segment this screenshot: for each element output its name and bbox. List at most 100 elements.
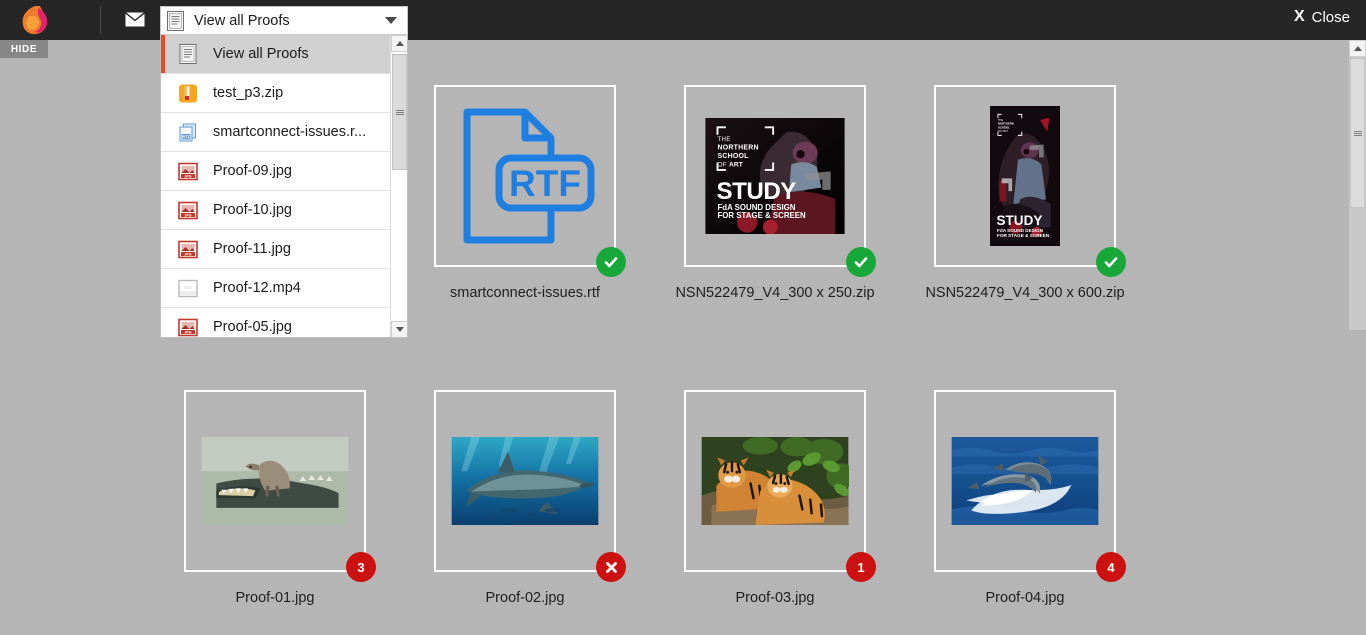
scroll-up-icon[interactable]	[391, 35, 407, 52]
document-icon	[179, 44, 197, 64]
video-file-icon: FILE	[178, 279, 198, 297]
dropdown-item-proof-05-jpg[interactable]: JPG Proof-05.jpg	[161, 308, 391, 337]
proof-viewer-app: X Close HIDE RTF smartconnect-issues.rtf…	[0, 0, 1366, 635]
jpg-file-icon: JPG	[178, 240, 198, 258]
dropdown-item-test-p3-zip[interactable]: test_p3.zip	[161, 74, 391, 113]
svg-text:RTF: RTF	[509, 163, 581, 204]
proof-selector-dropdown[interactable]: View all Proofs View all Proofs test_p3.…	[160, 6, 408, 338]
svg-text:JPG: JPG	[184, 174, 191, 178]
badge-label: 3	[357, 559, 365, 575]
x-icon	[605, 561, 617, 573]
check-icon	[604, 257, 618, 268]
grip-icon	[395, 109, 404, 116]
svg-text:FdA SOUND DESIGN: FdA SOUND DESIGN	[997, 228, 1044, 233]
shark-photo	[451, 437, 599, 525]
dropdown-item-label: View all Proofs	[213, 46, 309, 62]
proof-caption: Proof-03.jpg	[735, 590, 815, 606]
proof-thumbnail[interactable]: 4	[934, 390, 1126, 582]
dropdown-item-proof-10-jpg[interactable]: JPG Proof-10.jpg	[161, 191, 391, 230]
proof-thumbnail[interactable]: 1	[684, 390, 876, 582]
svg-text:OF ART: OF ART	[717, 161, 743, 168]
dropdown-item-view-all-proofs[interactable]: View all Proofs	[161, 35, 391, 74]
svg-text:THE: THE	[717, 137, 730, 143]
zip-file-icon	[179, 84, 197, 102]
proof-caption: smartconnect-issues.rtf	[450, 285, 600, 301]
dropdown-item-label: Proof-12.mp4	[213, 280, 301, 296]
jpg-file-icon: JPG	[178, 201, 198, 219]
dropdown-item-proof-12-mp4[interactable]: FILE Proof-12.mp4	[161, 269, 391, 308]
status-badge-count[interactable]: 3	[346, 552, 376, 582]
flame-logo-icon[interactable]	[15, 4, 55, 36]
jpg-file-icon: JPG	[178, 318, 198, 336]
toolbar-divider	[100, 6, 101, 34]
proof-item[interactable]: 4 Proof-04.jpg	[925, 390, 1126, 606]
proof-item[interactable]: Proof-02.jpg	[425, 390, 626, 606]
dropdown-item-label: test_p3.zip	[213, 85, 284, 101]
proof-thumbnail[interactable]: RTF	[434, 85, 626, 277]
proof-thumbnail[interactable]: 3	[184, 390, 376, 582]
svg-text:OF ART: OF ART	[998, 129, 1008, 133]
dropdown-item-proof-09-jpg[interactable]: JPG Proof-09.jpg	[161, 152, 391, 191]
proof-item[interactable]: 3 Proof-01.jpg	[175, 390, 376, 606]
proof-item[interactable]: 1 Proof-03.jpg	[675, 390, 876, 606]
svg-text:JPG: JPG	[184, 213, 191, 217]
study-banner-300x600: THE NORTHERN SCHOOL OF ART STUDY FdA SOU…	[990, 106, 1060, 246]
svg-text:NORTHERN: NORTHERN	[717, 145, 758, 152]
svg-text:RTF: RTF	[182, 134, 191, 139]
dropdown-item-label: smartconnect-issues.r...	[213, 124, 367, 140]
svg-text:SCHOOL: SCHOOL	[998, 125, 1010, 129]
dolphins-photo	[951, 437, 1099, 525]
jpg-file-icon: JPG	[178, 162, 198, 180]
svg-text:STUDY: STUDY	[997, 213, 1043, 228]
dropdown-item-label: Proof-05.jpg	[213, 319, 292, 335]
svg-text:SCHOOL: SCHOOL	[717, 153, 749, 160]
proof-thumbnail[interactable]: THE NORTHERN SCHOOL OF ART STUDY FdA SOU…	[934, 85, 1126, 277]
study-banner-300x250: THE NORTHERN SCHOOL OF ART STUDY FdA SOU…	[705, 118, 845, 234]
status-badge-approved[interactable]	[846, 247, 876, 277]
rtf-file-icon: RTF	[179, 123, 196, 141]
proof-thumbnail[interactable]: THE NORTHERN SCHOOL OF ART STUDY FdA SOU…	[684, 85, 876, 277]
check-icon	[854, 257, 868, 268]
svg-text:FOR STAGE & SCREEN: FOR STAGE & SCREEN	[997, 233, 1050, 238]
check-icon	[1104, 257, 1118, 268]
status-badge-count[interactable]: 4	[1096, 552, 1126, 582]
dropdown-scrollbar[interactable]	[390, 35, 407, 337]
proof-item[interactable]: THE NORTHERN SCHOOL OF ART STUDY FdA SOU…	[675, 85, 876, 301]
proof-thumbnail[interactable]	[434, 390, 626, 582]
proof-caption: Proof-01.jpg	[235, 590, 315, 606]
scroll-down-icon[interactable]	[391, 321, 407, 337]
status-badge-approved[interactable]	[1096, 247, 1126, 277]
badge-label: 4	[1107, 559, 1115, 575]
dropdown-selected-label: View all Proofs	[194, 12, 290, 29]
scroll-up-icon[interactable]	[1349, 40, 1366, 57]
dropdown-list[interactable]: View all Proofs test_p3.zip RTF smartcon…	[160, 35, 408, 338]
proof-caption: Proof-04.jpg	[985, 590, 1065, 606]
dropdown-scrollbar-thumb[interactable]	[392, 54, 407, 170]
document-icon	[167, 10, 184, 31]
dropdown-header[interactable]: View all Proofs	[160, 6, 408, 35]
dropdown-item-smartconnect-issues-rtf[interactable]: RTF smartconnect-issues.r...	[161, 113, 391, 152]
proof-item[interactable]: THE NORTHERN SCHOOL OF ART STUDY FdA SOU…	[925, 85, 1126, 301]
tigers-photo	[701, 437, 849, 525]
badge-label: 1	[857, 559, 865, 575]
close-label: Close	[1311, 8, 1350, 26]
close-button[interactable]: X Close	[1294, 8, 1350, 26]
chevron-down-icon[interactable]	[385, 17, 397, 24]
dropdown-item-label: Proof-09.jpg	[213, 163, 292, 179]
status-badge-count[interactable]: 1	[846, 552, 876, 582]
envelope-icon[interactable]	[124, 11, 146, 28]
dropdown-item-proof-11-jpg[interactable]: JPG Proof-11.jpg	[161, 230, 391, 269]
rtf-document-icon: RTF	[463, 108, 595, 244]
proof-caption: NSN522479_V4_300 x 600.zip	[925, 285, 1125, 301]
svg-text:FdA SOUND DESIGN: FdA SOUND DESIGN	[717, 203, 795, 212]
proof-item[interactable]: RTF smartconnect-issues.rtf	[425, 85, 626, 301]
proof-caption: Proof-02.jpg	[485, 590, 565, 606]
close-icon: X	[1293, 8, 1305, 25]
dropdown-item-label: Proof-11.jpg	[213, 241, 291, 257]
status-badge-approved[interactable]	[596, 247, 626, 277]
hide-panel-button[interactable]: HIDE	[0, 40, 48, 58]
proof-caption: NSN522479_V4_300 x 250.zip	[675, 285, 875, 301]
svg-text:FILE: FILE	[184, 286, 192, 290]
crocodile-photo	[201, 437, 349, 525]
status-badge-rejected[interactable]	[596, 552, 626, 582]
